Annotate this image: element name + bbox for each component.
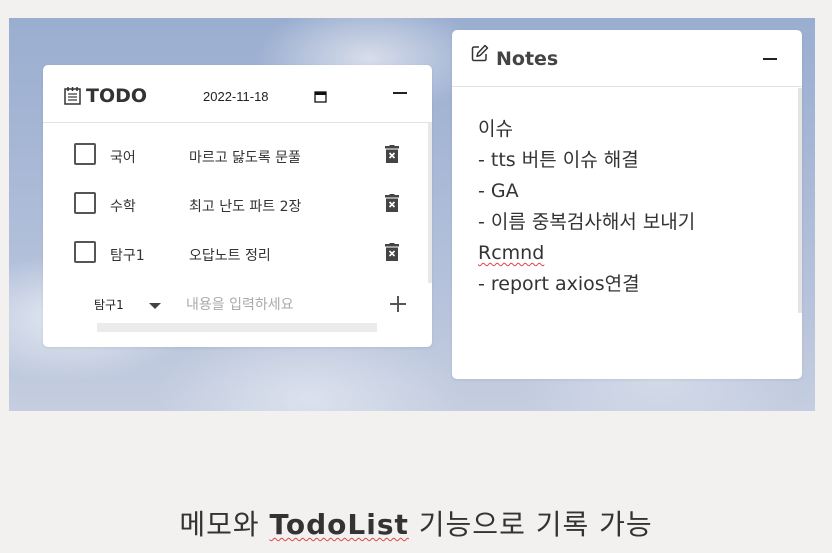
notes-card: Notes 이슈 - tts 버튼 이슈 해결 - GA - 이름 중복검사해서…: [452, 30, 802, 379]
chevron-down-icon[interactable]: [149, 303, 161, 309]
trash-icon[interactable]: [385, 243, 399, 261]
caption-prefix: 메모와: [179, 508, 270, 541]
todo-item: 국어 마르고 닳도록 문풀: [43, 123, 428, 166]
todo-checkbox[interactable]: [74, 241, 96, 263]
minimize-todo-button[interactable]: [393, 92, 407, 94]
todo-content: 마르고 닳도록 문풀: [189, 150, 301, 166]
todo-subject: 국어: [110, 150, 136, 166]
todo-item: 탐구1 오답노트 정리: [43, 221, 428, 264]
add-todo-row: 탐구1 내용을 입력하세요: [43, 287, 428, 327]
notes-header: Notes: [452, 30, 802, 87]
note-line: 이슈: [478, 118, 513, 140]
todo-card: TODO 2022-11-18 국어 마르고 닳도록 문풀 수학 최고 난도 파…: [43, 65, 432, 347]
todo-checkbox[interactable]: [74, 143, 96, 165]
notes-textarea[interactable]: 이슈 - tts 버튼 이슈 해결 - GA - 이름 중복검사해서 보내기 R…: [478, 114, 788, 300]
todo-header: TODO 2022-11-18: [43, 65, 432, 123]
date-input[interactable]: 2022-11-18: [203, 89, 269, 104]
subject-select[interactable]: 탐구1: [94, 296, 124, 313]
note-line: - tts 버튼 이슈 해결: [478, 149, 639, 171]
plus-icon[interactable]: [390, 296, 406, 312]
trash-icon[interactable]: [385, 194, 399, 212]
todo-item: 수학 최고 난도 파트 2장: [43, 172, 428, 215]
todo-content: 최고 난도 파트 2장: [189, 199, 302, 215]
caption: 메모와 TodoList 기능으로 기록 가능: [0, 503, 832, 543]
notes-scrollbar[interactable]: [798, 88, 802, 313]
minimize-notes-button[interactable]: [763, 58, 777, 60]
notepad-icon: [64, 87, 81, 105]
note-line: - GA: [478, 180, 519, 202]
todo-scrollbar[interactable]: [428, 123, 432, 283]
todo-content: 오답노트 정리: [189, 248, 271, 264]
horizontal-scrollbar[interactable]: [97, 323, 377, 332]
caption-highlight: TodoList: [269, 508, 409, 541]
todo-checkbox[interactable]: [74, 192, 96, 214]
todo-subject: 탐구1: [110, 248, 145, 264]
edit-icon: [471, 44, 489, 62]
todo-title: TODO: [86, 85, 148, 107]
note-line: Rcmnd: [478, 242, 545, 264]
trash-icon[interactable]: [385, 145, 399, 163]
note-line: - 이름 중복검사해서 보내기: [478, 211, 696, 233]
todo-content-input[interactable]: 내용을 입력하세요: [186, 294, 294, 314]
note-line: - report axios연결: [478, 273, 640, 295]
notes-title: Notes: [496, 48, 559, 70]
todo-subject: 수학: [110, 199, 136, 215]
caption-suffix: 기능으로 기록 가능: [408, 508, 653, 541]
calendar-icon[interactable]: [314, 90, 327, 103]
